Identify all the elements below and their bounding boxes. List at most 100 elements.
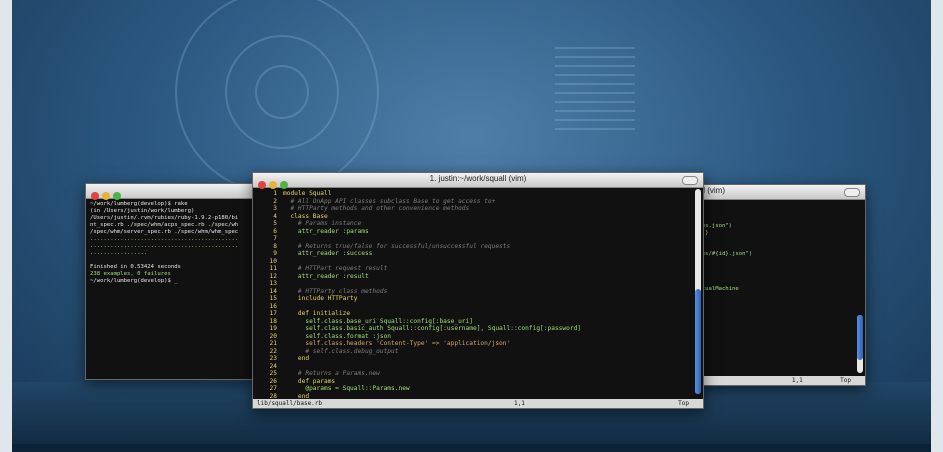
code-text: self.class.format :json [283, 332, 392, 340]
right-vim-buffer[interactable]: ines.json")e] } ines/#{id}.json") irtual… [691, 200, 865, 295]
code-text: class Base [283, 212, 328, 220]
code-line: 14 # HTTParty class methods [255, 288, 701, 296]
main-scrollbar[interactable] [695, 189, 701, 394]
code-line: 1 module Squall [255, 190, 701, 198]
line-number: 24 [269, 362, 277, 370]
code-line: 7 [255, 235, 701, 243]
terminal-line: nt_spec.rb ./spec/whm/acps_spec.rb ./spe… [90, 222, 239, 228]
main-vim-window[interactable]: 1. justin:~/work/squall (vim) 1 module Sq… [252, 172, 704, 409]
code-text: # All OnApp API classes subclass Base to… [283, 197, 496, 205]
line-number: 21 [269, 340, 277, 347]
code-line: 27 @params = Squall::Params.new [255, 385, 701, 393]
right-status-line: 1,1 Top [691, 376, 865, 385]
vim-editor-buffer[interactable]: 1 module Squall 2 # All OnApp API classes … [253, 188, 703, 408]
code-line: 16 [255, 303, 701, 311]
right-border [931, 0, 943, 452]
terminal-line: /spec/whm/server_spec.rb ./spec/whm/whm_… [90, 229, 239, 235]
main-scrollbar-thumb[interactable] [695, 289, 701, 394]
line-number: 12 [269, 272, 277, 280]
status-cursor-position: 1,1 [514, 400, 525, 407]
code-line: 2 # All OnApp API classes subclass Base … [255, 198, 701, 206]
right-scrollbar[interactable] [857, 315, 863, 373]
code-text: self.class.base_uri Squall::config[:base… [283, 317, 473, 325]
line-number: 8 [273, 242, 277, 250]
code-text: def initialize [283, 310, 351, 317]
code-text: end [283, 355, 310, 362]
right-window-titlebar[interactable]: all (vim) [691, 185, 865, 200]
line-number: 6 [273, 227, 277, 235]
line-number: 14 [269, 287, 277, 295]
toolbar-toggle-button[interactable] [682, 176, 698, 185]
right-window-title: all (vim) [697, 186, 725, 195]
line-number: 19 [269, 325, 277, 332]
line-number: 26 [269, 377, 277, 385]
code-line: 9 attr_reader :success [255, 250, 701, 258]
left-border [0, 0, 12, 452]
code-line: 25 # Returns a Params.new [255, 370, 701, 378]
code-text: # HTTParty methods and other convenience… [283, 205, 470, 212]
toolbar-toggle-button[interactable] [844, 188, 860, 197]
left-terminal-output[interactable]: ~/work/lumberg(develop)$ rake (in /Users/… [86, 199, 261, 287]
code-line: 11 # HTTPart request result [255, 265, 701, 273]
code-line: 19 self.class.basic_auth Squall::config[… [255, 325, 701, 333]
blueprint-lines [555, 40, 635, 137]
right-cursor-position: 1,1 [791, 377, 803, 384]
code-text: # Params instance [283, 220, 362, 227]
code-text: self.class.headers 'Content-Type' => 'ap… [283, 340, 511, 347]
desktop-background: 1 ~/work/lumberg(develop)$ rake(in /User… [0, 0, 943, 452]
right-scroll-position: Top [840, 377, 851, 384]
left-window-title: 1 [86, 185, 261, 194]
right-vim-window[interactable]: all (vim) ines.json")e] } ines/#{id}.jso… [690, 184, 866, 386]
code-line: 26 def params [255, 378, 701, 386]
terminal-line: ................. [90, 250, 148, 256]
line-number: 27 [269, 385, 277, 392]
vim-status-line: lib/squall/base.rb 1,1 Top [253, 399, 703, 408]
code-text: # Returns a Params.new [283, 370, 380, 377]
left-window-titlebar[interactable]: 1 [86, 184, 261, 200]
terminal-line: ines.json") [695, 223, 733, 229]
line-number: 10 [269, 257, 277, 265]
line-number: 15 [269, 295, 277, 302]
code-line: 22 # self.class.debug_output [255, 348, 701, 356]
code-line: 10 [255, 258, 701, 266]
code-text: attr_reader :result [283, 272, 369, 280]
code-line: 3 # HTTParty methods and other convenien… [255, 205, 701, 213]
code-text: include HTTParty [283, 295, 358, 302]
left-terminal-window[interactable]: 1 ~/work/lumberg(develop)$ rake(in /User… [85, 183, 262, 380]
code-line: 23 end [255, 355, 701, 363]
right-scrollbar-thumb[interactable] [857, 315, 863, 360]
terminal-line: Finished in 0.53424 seconds [90, 264, 181, 270]
terminal-line: ines/#{id}.json") [695, 251, 753, 257]
terminal-line: (in /Users/justin/work/lumberg) [90, 208, 195, 214]
status-scroll-position: Top [678, 400, 689, 407]
line-number: 9 [273, 250, 277, 257]
line-number: 11 [269, 265, 277, 272]
code-text: @params = Squall::Params.new [283, 385, 410, 392]
line-number: 17 [269, 310, 277, 317]
line-number: 7 [273, 235, 277, 242]
code-line: 8 # Returns true/false for successful/un… [255, 243, 701, 251]
main-window-titlebar[interactable]: 1. justin:~/work/squall (vim) [253, 173, 703, 189]
code-line: 12 attr_reader :result [255, 273, 701, 281]
code-line: 6 attr_reader :params [255, 228, 701, 236]
code-text: # self.class.debug_output [283, 347, 399, 355]
terminal-line: irtualMachine [695, 286, 739, 292]
line-number: 20 [269, 332, 277, 340]
line-number: 25 [269, 370, 277, 377]
terminal-line: e] } [695, 230, 709, 236]
code-text: # HTTParty class methods [283, 287, 388, 295]
status-file-name: lib/squall/base.rb [257, 400, 323, 407]
